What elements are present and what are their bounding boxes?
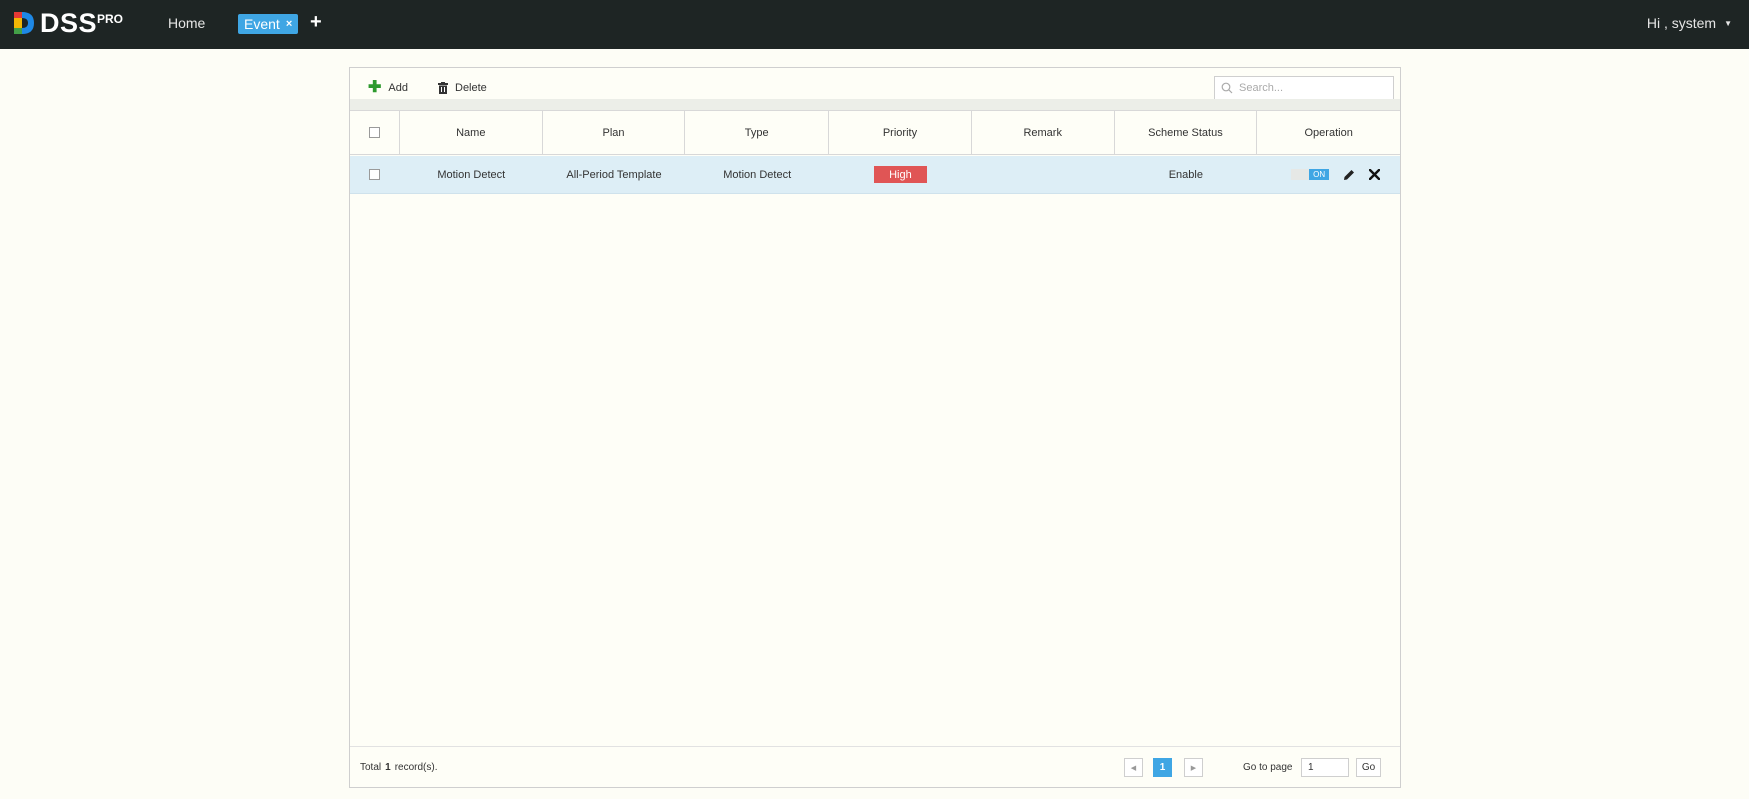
row-select-cell [350,156,400,193]
brand-name: DSS [40,8,98,38]
go-button[interactable]: Go [1356,758,1381,777]
cell-type: Motion Detect [723,168,792,181]
toolbar: ✚ Add Delete [350,68,1400,100]
delete-button[interactable]: Delete [438,80,487,96]
add-button[interactable]: ✚ Add [368,80,408,96]
search-box [1214,76,1394,100]
toggle-on-label: ON [1309,169,1330,180]
edit-pencil-icon[interactable] [1343,169,1355,181]
column-header-operation: Operation [1304,126,1353,139]
total-suffix: record(s). [394,762,438,773]
table-row[interactable]: Motion Detect All-Period Template Motion… [350,156,1400,194]
toggle-track [1291,169,1310,180]
caret-down-icon: ▼ [1724,18,1732,28]
cell-priority: High [829,156,972,193]
tab-event-label: Event [244,16,280,32]
delete-x-icon[interactable] [1369,169,1381,180]
enable-toggle[interactable]: ON [1291,169,1330,180]
select-all-checkbox[interactable] [368,127,380,138]
column-header-type: Type [685,111,830,154]
cell-remark [972,156,1115,193]
column-header-name: Name [400,111,543,154]
search-icon [1221,82,1233,94]
delete-button-label: Delete [455,82,487,94]
column-header-scheme-status: Scheme Status [1115,111,1258,154]
nav-home-link[interactable]: Home [168,15,205,31]
total-count: 1 [385,762,391,773]
prev-page-button[interactable]: ◀ [1124,758,1143,777]
toolbar-divider [350,99,1400,110]
row-checkbox[interactable] [369,169,381,180]
table-header: Name Plan Type Priority Remark Scheme St… [350,110,1400,155]
column-header-plan: Plan [543,111,686,154]
column-header-remark: Remark [972,111,1115,154]
column-header-priority: Priority [829,111,972,154]
user-greeting: Hi , system [1646,15,1717,31]
header-select-all-cell [350,111,400,154]
brand-edition: PRO [97,12,124,26]
cell-plan: All-Period Template [566,168,662,181]
table-footer: Total 1 record(s). ◀ 1 ▶ Go to page 1 Go [350,746,1400,787]
goto-page-input[interactable]: 1 [1301,758,1349,777]
search-input[interactable] [1239,82,1389,94]
add-button-label: Add [388,82,408,94]
dss-logo-icon [14,12,34,34]
top-navigation-bar: DSS PRO Home Event × + Hi , system ▼ [0,0,1749,49]
goto-page-label: Go to page [1243,762,1293,773]
cell-scheme-status: Enable [1168,168,1203,181]
current-page-button[interactable]: 1 [1153,758,1172,777]
tab-event[interactable]: Event × [238,14,299,34]
user-menu[interactable]: Hi , system ▼ [1647,15,1732,31]
trash-icon [438,82,448,94]
close-tab-icon[interactable]: × [286,14,292,34]
priority-badge: High [873,166,927,183]
add-tab-icon[interactable]: + [310,11,322,34]
plus-icon: ✚ [368,79,382,96]
total-prefix: Total [360,762,382,773]
cell-operation: ON [1257,156,1400,193]
next-page-button[interactable]: ▶ [1184,758,1203,777]
cell-name: Motion Detect [437,168,506,181]
event-panel: ✚ Add Delete Name Plan Typ [349,67,1401,788]
total-records: Total 1 record(s). [360,762,437,773]
